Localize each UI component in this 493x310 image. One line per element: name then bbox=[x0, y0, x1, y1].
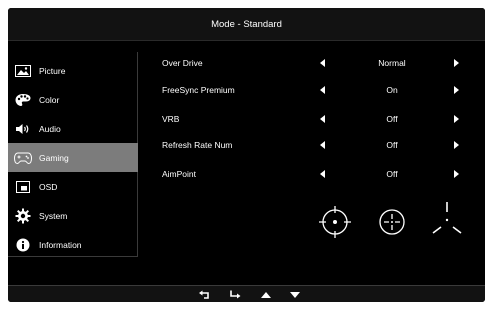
sidebar-item-label: Gaming bbox=[39, 152, 69, 163]
setting-value: Off bbox=[386, 140, 398, 150]
crosshair-tri-lines-icon[interactable] bbox=[429, 200, 465, 245]
increase-arrow-icon[interactable] bbox=[454, 86, 459, 94]
sidebar-item-gaming[interactable]: Gaming bbox=[8, 143, 138, 172]
crosshair-circle-gap-icon[interactable] bbox=[374, 204, 410, 245]
sidebar-item-label: Color bbox=[39, 94, 60, 105]
sidebar-item-color[interactable]: Color bbox=[8, 85, 138, 114]
gamepad-icon bbox=[14, 151, 32, 165]
sidebar-item-picture[interactable]: Picture bbox=[8, 56, 138, 85]
sidebar-item-label: OSD bbox=[39, 181, 58, 192]
sidebar-item-label: Information bbox=[39, 239, 82, 250]
decrease-arrow-icon[interactable] bbox=[320, 141, 325, 149]
osd-header: Mode - Standard bbox=[8, 8, 485, 41]
mode-title: Mode - Standard bbox=[211, 19, 282, 30]
setting-label: Over Drive bbox=[162, 58, 203, 68]
sidebar-item-label: System bbox=[39, 210, 68, 221]
sidebar-item-label: Audio bbox=[39, 123, 61, 134]
setting-label: FreeSync Premium bbox=[162, 85, 235, 95]
setting-row-over-drive[interactable]: Over Drive Normal bbox=[162, 55, 462, 71]
sidebar-item-information[interactable]: Information bbox=[8, 230, 138, 259]
setting-value: Off bbox=[386, 169, 398, 179]
sidebar-item-system[interactable]: System bbox=[8, 201, 138, 230]
increase-arrow-icon[interactable] bbox=[454, 115, 459, 123]
setting-row-vrb[interactable]: VRB Off bbox=[162, 111, 462, 127]
sidebar-item-osd[interactable]: OSD bbox=[8, 172, 138, 201]
sidebar-item-label: Picture bbox=[39, 65, 66, 76]
sidebar-item-audio[interactable]: Audio bbox=[8, 114, 138, 143]
crosshair-circle-dot-icon[interactable] bbox=[317, 204, 353, 245]
increase-arrow-icon[interactable] bbox=[454, 59, 459, 67]
increase-arrow-icon[interactable] bbox=[454, 170, 459, 178]
setting-row-refresh-rate-num[interactable]: Refresh Rate Num Off bbox=[162, 137, 462, 153]
setting-label: VRB bbox=[162, 114, 180, 124]
picture-icon bbox=[14, 64, 32, 78]
increase-arrow-icon[interactable] bbox=[454, 141, 459, 149]
palette-icon bbox=[14, 93, 32, 107]
gear-icon bbox=[14, 208, 32, 223]
up-arrow-icon[interactable] bbox=[259, 289, 273, 301]
setting-row-aimpoint[interactable]: AimPoint Off bbox=[162, 166, 462, 182]
osd-window-icon bbox=[14, 180, 32, 194]
footer-nav bbox=[8, 285, 485, 302]
decrease-arrow-icon[interactable] bbox=[320, 86, 325, 94]
setting-label: AimPoint bbox=[162, 169, 197, 179]
osd-menu: Mode - Standard Picture Color Audio Gami… bbox=[8, 8, 485, 302]
setting-value: On bbox=[386, 85, 398, 95]
info-icon bbox=[14, 238, 32, 252]
setting-value: Off bbox=[386, 114, 398, 124]
down-arrow-icon[interactable] bbox=[288, 289, 302, 301]
decrease-arrow-icon[interactable] bbox=[320, 59, 325, 67]
speaker-icon bbox=[14, 122, 32, 136]
setting-value: Normal bbox=[378, 58, 406, 68]
setting-row-freesync-premium[interactable]: FreeSync Premium On bbox=[162, 82, 462, 98]
back-icon[interactable] bbox=[198, 289, 212, 301]
decrease-arrow-icon[interactable] bbox=[320, 170, 325, 178]
enter-icon[interactable] bbox=[228, 289, 242, 301]
setting-label: Refresh Rate Num bbox=[162, 140, 233, 150]
decrease-arrow-icon[interactable] bbox=[320, 115, 325, 123]
sidebar: Picture Color Audio Gaming OSD System In… bbox=[8, 52, 138, 257]
